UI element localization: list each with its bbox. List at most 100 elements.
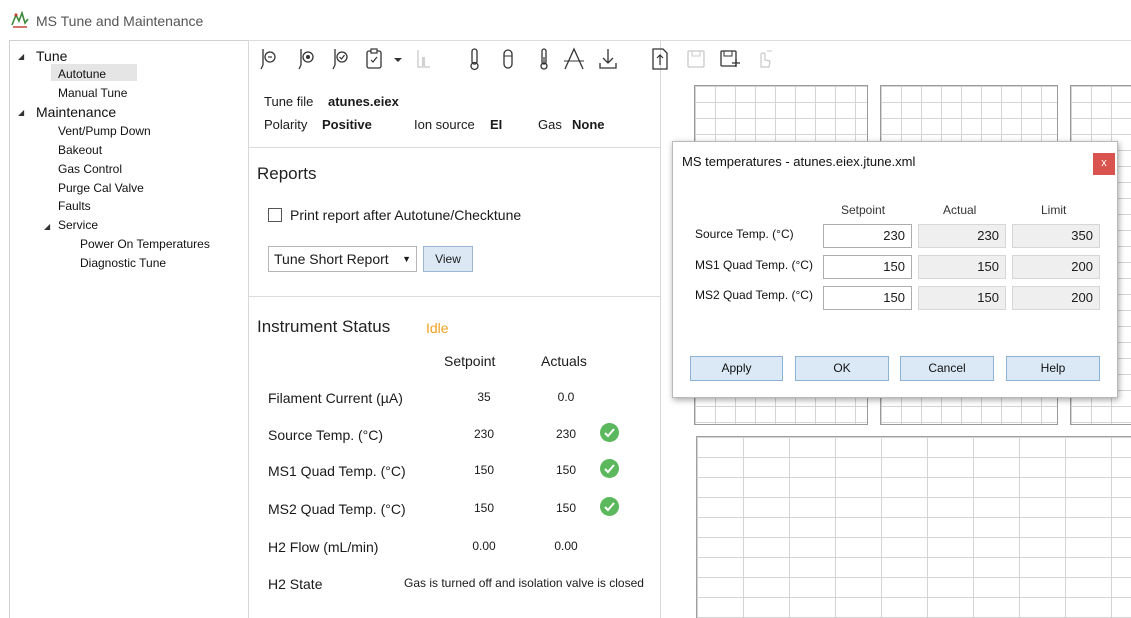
ms2-quad-temp-actual-field: 150 [918, 286, 1006, 310]
save-as-icon[interactable] [718, 44, 742, 74]
status-row-actual: 0.0 [557, 390, 575, 404]
save-disabled-icon [684, 44, 708, 74]
panel-divider [660, 40, 661, 618]
section-divider-1 [249, 147, 660, 148]
ms-temperatures-dialog: MS temperatures - atunes.eiex.jtune.xml … [672, 141, 1118, 398]
dialog-col-limit: Limit [1041, 203, 1067, 217]
status-row-actual: 230 [555, 427, 577, 441]
status-row-setpoint: 150 [473, 501, 495, 515]
ms2-quad-temp-setpoint-input[interactable]: 150 [823, 286, 912, 310]
expand-tune-icon[interactable]: ◢ [18, 52, 24, 61]
upload-file-icon[interactable] [648, 44, 672, 74]
top-divider [248, 40, 1131, 41]
status-row-setpoint: 150 [473, 463, 495, 477]
report-type-value: Tune Short Report [274, 251, 389, 267]
ms1-quad-temp-setpoint-input[interactable]: 150 [823, 255, 912, 279]
section-divider-2 [249, 296, 660, 297]
tree-item-power-on-temperatures[interactable]: Power On Temperatures [80, 237, 210, 251]
tree-item-maintenance[interactable]: Maintenance [36, 104, 116, 120]
print-report-checkbox[interactable] [268, 208, 282, 222]
plot-grid-4 [696, 436, 1131, 618]
tune-file-value: atunes.eiex [328, 94, 399, 109]
polarity-label: Polarity [264, 117, 308, 132]
check-ok-icon [600, 423, 619, 442]
expand-maintenance-icon[interactable]: ◢ [18, 108, 24, 117]
close-icon[interactable]: x [1093, 153, 1115, 175]
tree-item-vent-pump-down[interactable]: Vent/Pump Down [58, 124, 151, 138]
apply-button[interactable]: Apply [690, 356, 783, 381]
check-ok-icon [600, 459, 619, 478]
vial-icon[interactable] [496, 44, 520, 74]
ms2-quad-temp-limit-field: 200 [1012, 286, 1100, 310]
dialog-row-label: MS2 Quad Temp. (°C) [695, 288, 813, 302]
tree-item-faults[interactable]: Faults [58, 199, 91, 213]
ok-button[interactable]: OK [795, 356, 889, 381]
reports-title: Reports [257, 164, 317, 183]
report-dropdown-icon[interactable] [390, 44, 406, 74]
print-report-label: Print report after Autotune/Checktune [290, 207, 522, 223]
gas-value: None [572, 117, 605, 132]
tune-file-label: Tune file [264, 94, 314, 109]
peak-icon[interactable] [562, 44, 586, 74]
report-icon[interactable] [362, 44, 386, 74]
status-col-actuals: Actuals [541, 353, 587, 369]
tree-item-autotune[interactable]: Autotune [58, 67, 106, 81]
tree-item-service[interactable]: Service [58, 218, 98, 232]
dialog-row-label: Source Temp. (°C) [695, 227, 794, 241]
title-bar: MS Tune and Maintenance [0, 0, 1131, 38]
tune-check-icon[interactable] [296, 44, 320, 74]
touch-disabled-icon [752, 44, 776, 74]
dialog-row-label: MS1 Quad Temp. (°C) [695, 258, 813, 272]
cancel-button[interactable]: Cancel [900, 356, 994, 381]
status-row-label: MS2 Quad Temp. (°C) [268, 501, 406, 517]
view-report-button[interactable]: View [423, 246, 473, 272]
tree-divider [248, 40, 249, 618]
dialog-col-setpoint: Setpoint [841, 203, 886, 217]
ms1-quad-temp-limit-field: 200 [1012, 255, 1100, 279]
thermometer-icon[interactable] [462, 44, 486, 74]
tree-item-bakeout[interactable]: Bakeout [58, 143, 102, 157]
ion-source-value: EI [490, 117, 503, 132]
status-row-label: H2 Flow (mL/min) [268, 539, 379, 555]
help-button[interactable]: Help [1006, 356, 1100, 381]
instrument-status-title: Instrument Status [257, 317, 391, 336]
tree-item-tune[interactable]: Tune [36, 48, 67, 64]
status-state-badge: Idle [426, 320, 449, 336]
dialog-col-actual: Actual [943, 203, 977, 217]
status-row-actual: 150 [555, 463, 577, 477]
status-row-setpoint: 230 [473, 427, 495, 441]
tree-item-gas-control[interactable]: Gas Control [58, 162, 122, 176]
polarity-value: Positive [322, 117, 372, 132]
h2-state-value: Gas is turned off and isolation valve is… [404, 576, 644, 590]
expand-service-icon[interactable]: ◢ [44, 222, 50, 231]
tree-item-manual-tune[interactable]: Manual Tune [58, 86, 127, 100]
report-type-select[interactable]: Tune Short Report ▼ [268, 246, 417, 272]
app-title: MS Tune and Maintenance [36, 13, 204, 29]
tree-item-diagnostic-tune[interactable]: Diagnostic Tune [80, 256, 166, 270]
status-row-setpoint: 0.00 [472, 539, 496, 553]
gas-label: Gas [538, 117, 562, 132]
status-row-actual: 0.00 [554, 539, 578, 553]
status-row-label: MS1 Quad Temp. (°C) [268, 463, 406, 479]
status-row-label: Filament Current (µA) [268, 390, 403, 406]
status-col-setpoint: Setpoint [444, 353, 496, 369]
h2-state-label: H2 State [268, 576, 323, 592]
status-row-setpoint: 35 [477, 390, 491, 404]
ion-source-label: Ion source [414, 117, 475, 132]
check-ok-icon [600, 497, 619, 516]
source-temp-limit-field: 350 [1012, 224, 1100, 248]
tree-item-purge-cal-valve[interactable]: Purge Cal Valve [58, 181, 144, 195]
tune-icon[interactable] [258, 44, 282, 74]
dialog-title: MS temperatures - atunes.eiex.jtune.xml [682, 154, 916, 169]
source-temp-actual-field: 230 [918, 224, 1006, 248]
chevron-down-icon: ▼ [402, 254, 411, 264]
app-logo-icon [11, 11, 29, 28]
status-row-label: Source Temp. (°C) [268, 427, 384, 443]
status-row-actual: 150 [555, 501, 577, 515]
tune-verify-icon[interactable] [330, 44, 354, 74]
download-icon[interactable] [596, 44, 620, 74]
source-temp-setpoint-input[interactable]: 230 [823, 224, 912, 248]
gauge-icon[interactable] [532, 44, 556, 74]
chart-disabled-icon [412, 44, 436, 74]
ms1-quad-temp-actual-field: 150 [918, 255, 1006, 279]
